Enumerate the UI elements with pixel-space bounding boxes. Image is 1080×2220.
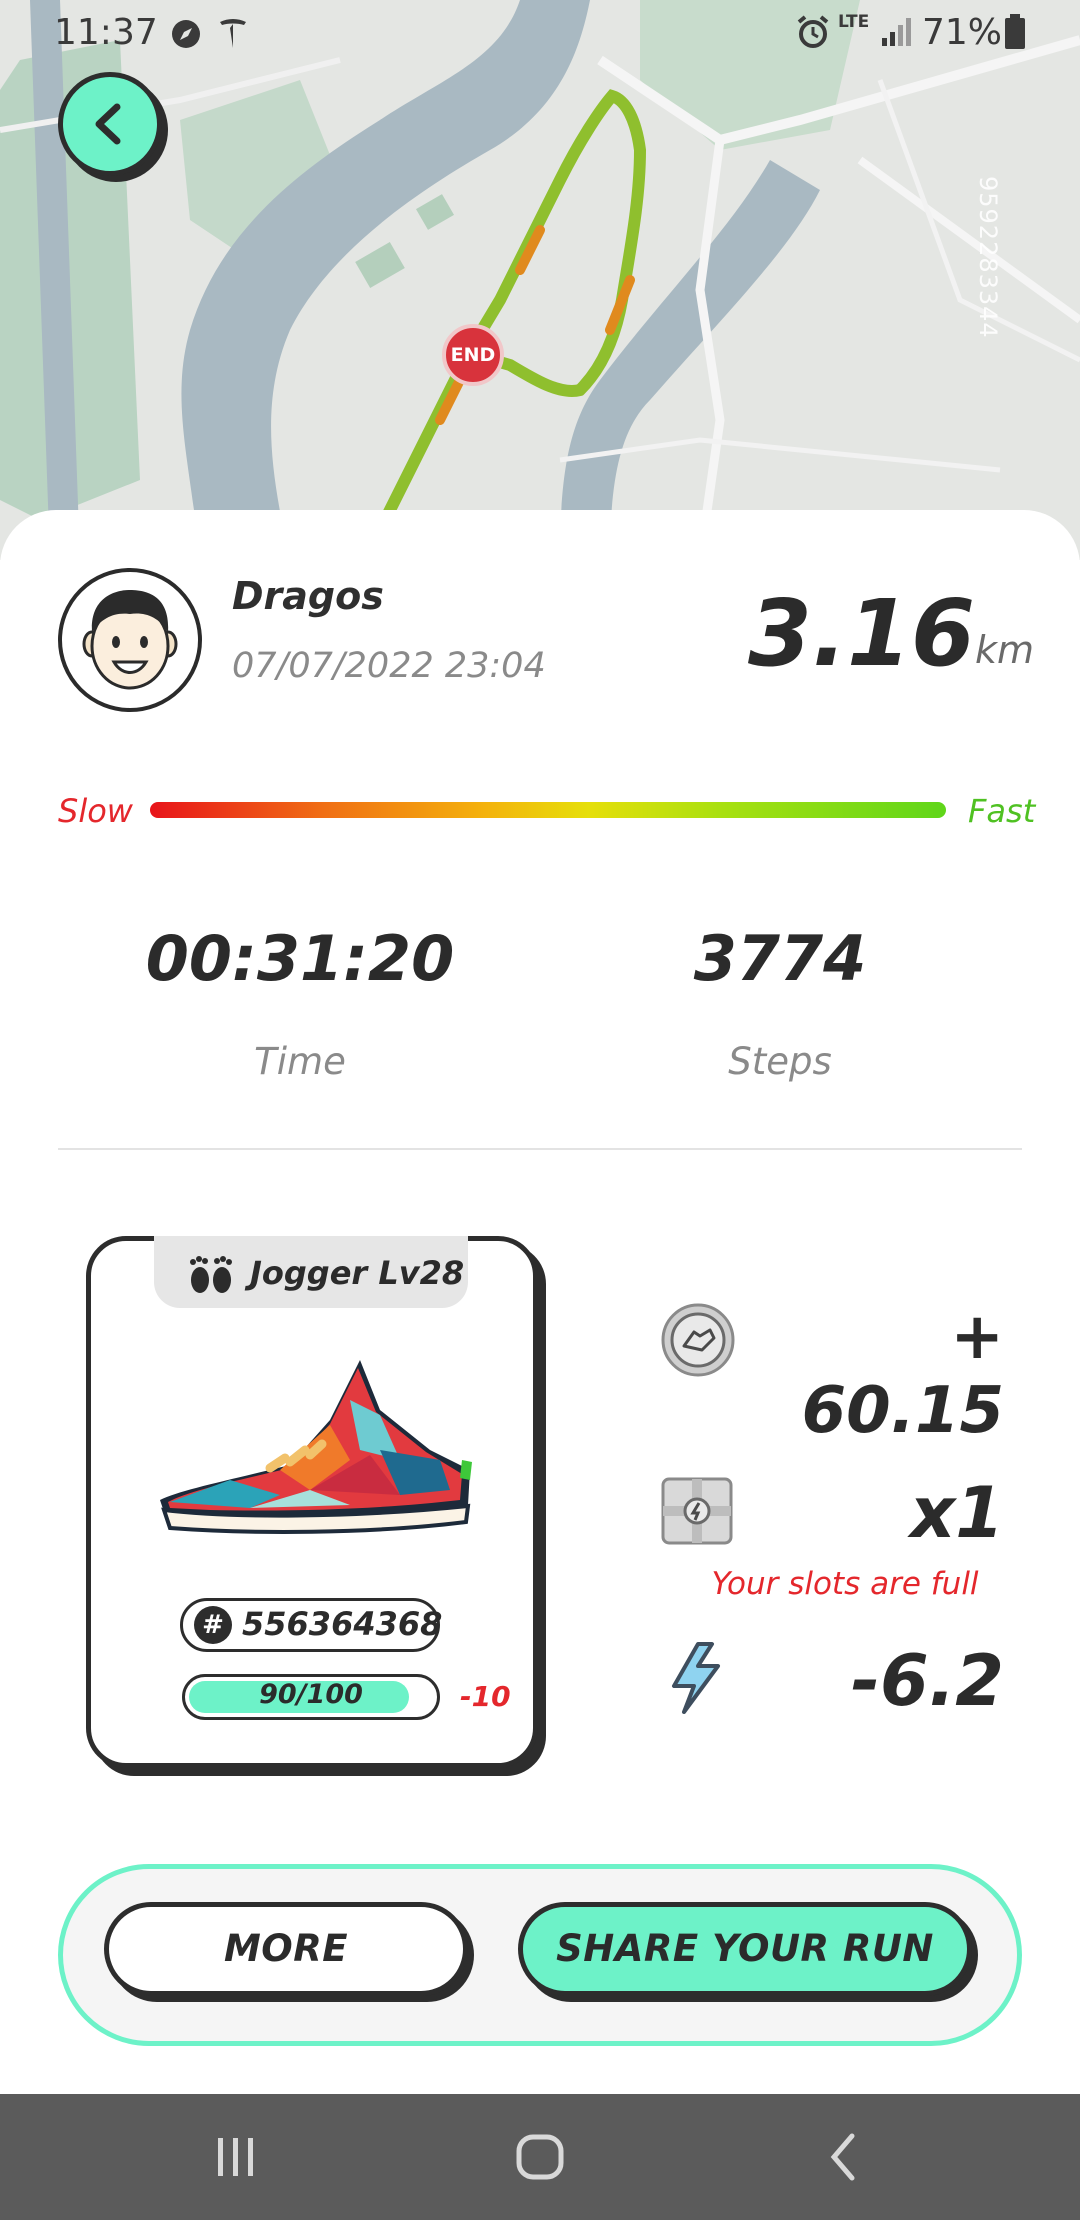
tesla-icon [220,19,246,48]
route-map[interactable]: END 9592283344 [0,0,1080,560]
map-id-text: 9592283344 [974,176,1002,339]
network-type: LTE [838,12,870,32]
coin-icon [661,1303,735,1377]
distance-unit: km [975,628,1035,672]
compass-icon [172,20,200,48]
status-time: 11:37 [54,12,158,53]
coin-reward-value: + 60.15 [801,1300,1004,1448]
durability-text: 90/100 [259,1679,363,1710]
mystery-box-count: x1 [910,1472,1004,1554]
speed-legend-slow: Slow [58,792,133,830]
arrow-left-icon [95,103,121,145]
lightning-icon [672,1642,720,1714]
durability-delta: -10 [460,1680,511,1713]
more-button[interactable]: MORE [104,1902,468,1996]
battery-icon [1005,14,1025,49]
map-background [0,0,1080,560]
share-run-button[interactable]: SHARE YOUR RUN [518,1902,972,1996]
slots-full-warning: Your slots are full [711,1566,979,1602]
avatar[interactable] [58,568,202,712]
hash-icon: # [194,1606,232,1644]
time-value: 00:31:20 [145,922,455,995]
distance-value: 3.16 [748,580,975,687]
end-marker: END [442,324,504,386]
home-icon[interactable] [512,2128,568,2186]
back-button[interactable] [58,72,162,176]
status-bar: 11:37 LTE 71% [0,0,1080,66]
nav-back-icon[interactable] [822,2128,866,2186]
alarm-icon [797,15,829,48]
recent-apps-icon[interactable] [214,2128,258,2186]
sneaker-id: 556364368 [242,1605,443,1643]
divider [58,1148,1022,1150]
speed-gradient-bar [150,802,946,818]
navigation-bar [0,2094,1080,2220]
signal-icon [882,18,911,46]
sneaker-image [160,1360,472,1534]
energy-value: -6.2 [850,1640,1004,1722]
face-avatar-icon [82,590,178,690]
run-datetime: 07/07/2022 23:04 [232,646,546,686]
user-name: Dragos [232,574,384,618]
steps-label: Steps [728,1040,832,1083]
mystery-box-icon[interactable] [660,1476,734,1546]
footprints-icon [190,1256,232,1293]
time-label: Time [254,1040,346,1083]
battery-percent: 71% [922,12,1003,53]
sneaker-type-label: Jogger Lv28 [250,1254,465,1292]
steps-value: 3774 [693,922,867,995]
speed-legend-fast: Fast [968,792,1036,830]
